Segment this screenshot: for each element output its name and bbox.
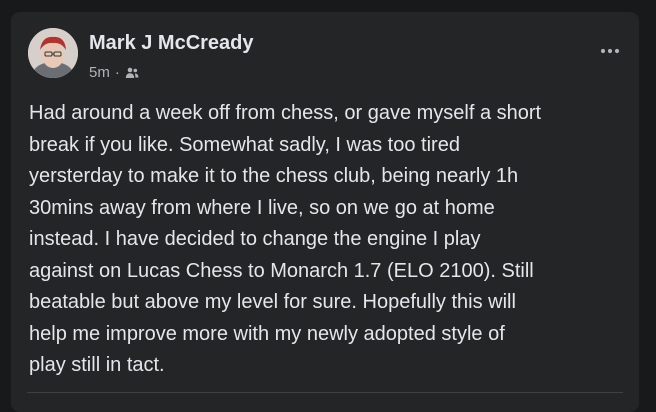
post-timestamp[interactable]: 5m (89, 64, 110, 81)
post-card: Mark J McCready 5m · Had around a week o… (11, 12, 639, 412)
more-horizontal-icon (600, 48, 620, 54)
divider (27, 392, 623, 393)
author-name[interactable]: Mark J McCready (89, 32, 254, 55)
more-options-button[interactable] (593, 36, 627, 66)
post-meta: 5m · (89, 64, 139, 81)
avatar[interactable] (28, 28, 78, 78)
friends-icon[interactable] (125, 67, 139, 79)
avatar-image (28, 28, 78, 78)
post-text: Had around a week off from chess, or gav… (29, 102, 542, 376)
meta-separator: · (114, 64, 120, 81)
